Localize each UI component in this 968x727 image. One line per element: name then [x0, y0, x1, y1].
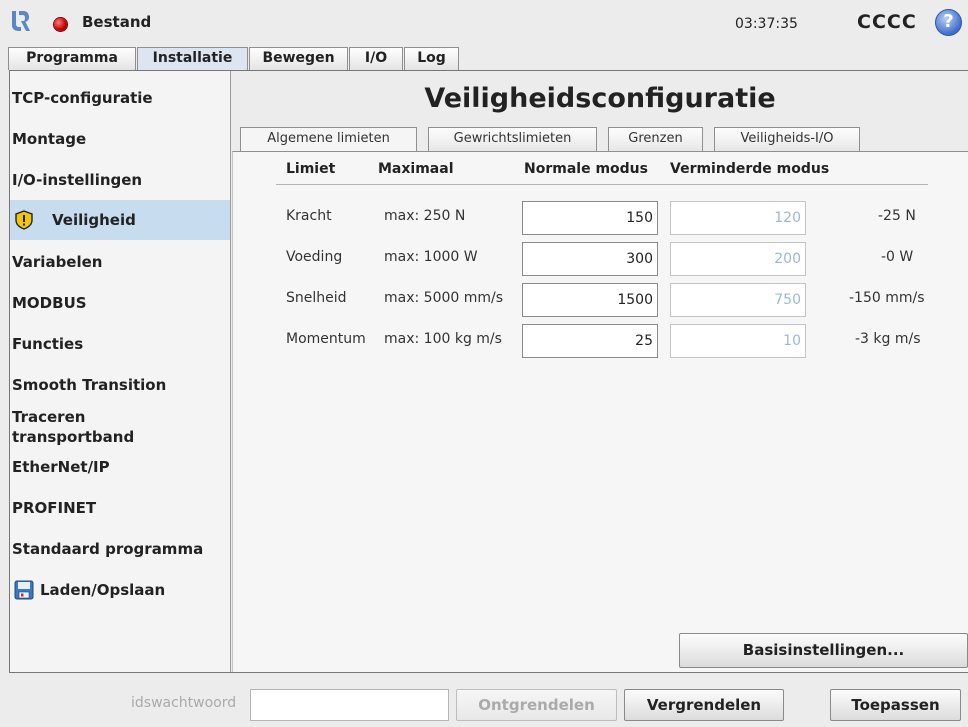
- sidebar-item-veiligheid[interactable]: Veiligheid: [10, 200, 230, 240]
- limit-max: max: 250 N: [384, 208, 466, 224]
- sidebar-item-ethernet-ip[interactable]: EtherNet/IP: [10, 447, 230, 487]
- sidebar-item-label: Traceren: [12, 408, 86, 426]
- normal-mode-input[interactable]: 150: [522, 201, 658, 235]
- page-title: Veiligheidsconfiguratie: [424, 83, 776, 114]
- sidebar-item-variabelen[interactable]: Variabelen: [10, 242, 230, 282]
- column-header-limiet: Limiet: [286, 161, 336, 177]
- tab-bewegen[interactable]: Bewegen: [249, 47, 348, 70]
- sidebar-item-smooth-transition[interactable]: Smooth Transition: [10, 365, 230, 405]
- sidebar-item-profinet[interactable]: PROFINET: [10, 488, 230, 528]
- reduced-mode-input[interactable]: 750: [670, 283, 806, 317]
- robot-name: CCCC: [857, 11, 917, 33]
- limit-difference: -150 mm/s: [849, 290, 925, 306]
- warning-shield-icon: [15, 210, 33, 230]
- bottom-bar: idswachtwoord Ontgrendelen Vergrendelen …: [0, 673, 968, 727]
- limit-difference: -0 W: [881, 249, 914, 265]
- tab-programma[interactable]: Programma: [8, 47, 136, 70]
- robot-status-indicator: [54, 18, 67, 31]
- limit-max: max: 100 kg m/s: [384, 331, 502, 347]
- limit-name: Snelheid: [286, 290, 347, 306]
- sidebar-item-montage[interactable]: Montage: [10, 119, 230, 159]
- sidebar-item-laden-opslaan[interactable]: Laden/Opslaan: [10, 570, 230, 610]
- normal-mode-input[interactable]: 1500: [522, 283, 658, 317]
- tab-io[interactable]: I/O: [349, 47, 403, 70]
- limit-name: Kracht: [286, 208, 332, 224]
- normal-mode-input[interactable]: 300: [522, 242, 658, 276]
- column-header-verminderde-modus: Verminderde modus: [670, 161, 830, 177]
- basis-settings-button[interactable]: Basisinstellingen...: [679, 633, 968, 668]
- sidebar-item-tcp-configuratie[interactable]: TCP-configuratie: [10, 78, 230, 118]
- reduced-mode-input[interactable]: 120: [670, 201, 806, 235]
- limit-difference: -3 kg m/s: [855, 331, 921, 347]
- limit-difference: -25 N: [878, 208, 916, 224]
- reduced-mode-input[interactable]: 200: [670, 242, 806, 276]
- sidebar-item-io-instellingen[interactable]: I/O-instellingen: [10, 160, 230, 200]
- tab-veiligheids-io[interactable]: Veiligheids-I/O: [714, 127, 860, 151]
- normal-mode-input[interactable]: 25: [522, 324, 658, 358]
- main-tabs: Programma Installatie Bewegen I/O Log: [0, 46, 968, 70]
- reduced-mode-input[interactable]: 10: [670, 324, 806, 358]
- limit-name: Momentum: [286, 331, 366, 347]
- clock: 03:37:35: [735, 16, 798, 32]
- file-menu[interactable]: Bestand: [82, 13, 151, 31]
- tab-gewrichtslimieten[interactable]: Gewrichtslimieten: [428, 127, 597, 151]
- ur-logo-icon: [12, 11, 30, 31]
- main-panel: Veiligheidsconfiguratie Algemene limiete…: [232, 71, 968, 672]
- column-header-maximaal: Maximaal: [378, 161, 454, 177]
- limit-max: max: 5000 mm/s: [384, 290, 504, 306]
- sidebar-item-label: transportband: [12, 428, 135, 446]
- column-header-normale-modus: Normale modus: [524, 161, 648, 177]
- help-icon[interactable]: ?: [935, 9, 962, 36]
- sidebar-item-modbus[interactable]: MODBUS: [10, 283, 230, 323]
- sidebar: TCP-configuratie Montage I/O-instellinge…: [10, 71, 231, 672]
- limit-max: max: 1000 W: [384, 249, 478, 265]
- apply-button[interactable]: Toepassen: [830, 689, 961, 721]
- sidebar-item-functies[interactable]: Functies: [10, 324, 230, 364]
- title-bar: Bestand 03:37:35 CCCC ?: [0, 0, 968, 46]
- sidebar-item-label: Laden/Opslaan: [40, 581, 166, 599]
- tab-installatie[interactable]: Installatie: [137, 47, 248, 70]
- sub-tabs: Algemene limieten Gewrichtslimieten Gren…: [232, 127, 968, 151]
- tab-algemene-limieten[interactable]: Algemene limieten: [240, 127, 417, 151]
- content-frame: TCP-configuratie Montage I/O-instellinge…: [9, 70, 968, 673]
- floppy-disk-icon: [14, 580, 34, 600]
- sidebar-item-standaard-programma[interactable]: Standaard programma: [10, 529, 230, 569]
- password-input[interactable]: [250, 689, 449, 721]
- password-label: idswachtwoord: [131, 695, 237, 711]
- tab-grenzen[interactable]: Grenzen: [608, 127, 703, 151]
- tab-log[interactable]: Log: [404, 47, 459, 70]
- lock-button[interactable]: Vergrendelen: [624, 689, 784, 721]
- limit-name: Voeding: [286, 249, 343, 265]
- header-divider: [276, 184, 928, 185]
- sidebar-item-traceren-transportband[interactable]: Traceren transportband: [10, 406, 230, 446]
- unlock-button[interactable]: Ontgrendelen: [456, 689, 617, 721]
